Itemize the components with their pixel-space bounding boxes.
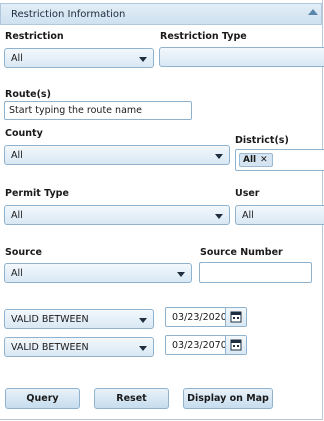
permit-type-dropdown[interactable]: All xyxy=(4,205,230,225)
query-button[interactable]: Query xyxy=(5,388,80,409)
source-number-label: Source Number xyxy=(200,247,283,258)
panel-header[interactable]: Restriction Information xyxy=(0,3,322,25)
districts-multiselect[interactable]: All ✕ xyxy=(235,149,324,171)
chevron-down-icon xyxy=(139,318,147,323)
date-input-2-value: 03/23/2070 xyxy=(172,340,227,351)
collapse-icon[interactable] xyxy=(308,9,318,15)
routes-input[interactable]: Start typing the route name xyxy=(4,101,192,120)
user-dropdown[interactable]: All xyxy=(235,205,324,225)
date-input-2[interactable]: 03/23/2070 xyxy=(165,335,247,355)
county-value: All xyxy=(11,150,23,161)
routes-placeholder: Start typing the route name xyxy=(9,105,142,116)
permit-type-label: Permit Type xyxy=(5,188,69,199)
date-filter-mode-2-value: VALID BETWEEN xyxy=(11,342,89,353)
permit-type-value: All xyxy=(11,210,23,221)
user-label: User xyxy=(235,188,260,199)
date-filter-mode-1[interactable]: VALID BETWEEN xyxy=(4,309,154,329)
calendar-button[interactable] xyxy=(225,336,246,354)
display-on-map-button[interactable]: Display on Map xyxy=(183,388,273,409)
districts-label: District(s) xyxy=(235,135,289,146)
date-input-1-value: 03/23/2020 xyxy=(172,312,227,323)
calendar-icon xyxy=(230,311,242,323)
calendar-button[interactable] xyxy=(225,308,246,326)
district-tag-label: All xyxy=(243,155,257,165)
routes-label: Route(s) xyxy=(5,89,51,100)
restriction-type-label: Restriction Type xyxy=(160,31,247,42)
date-input-1[interactable]: 03/23/2020 xyxy=(165,307,247,327)
source-number-input[interactable] xyxy=(199,262,312,283)
restriction-value: All xyxy=(11,53,23,64)
source-label: Source xyxy=(5,247,42,258)
user-value: All xyxy=(242,210,254,221)
reset-button[interactable]: Reset xyxy=(94,388,169,409)
source-dropdown[interactable]: All xyxy=(4,263,192,283)
panel-title: Restriction Information xyxy=(11,9,126,20)
close-icon[interactable]: ✕ xyxy=(260,155,268,165)
district-tag: All ✕ xyxy=(239,153,273,167)
chevron-down-icon xyxy=(215,214,223,219)
date-filter-mode-1-value: VALID BETWEEN xyxy=(11,314,89,325)
county-label: County xyxy=(5,128,43,139)
restriction-label: Restriction xyxy=(5,31,64,42)
chevron-down-icon xyxy=(139,57,147,62)
chevron-down-icon xyxy=(139,346,147,351)
restriction-dropdown[interactable]: All xyxy=(4,48,154,68)
source-value: All xyxy=(11,268,23,279)
chevron-down-icon xyxy=(177,272,185,277)
restriction-type-dropdown[interactable] xyxy=(159,47,324,67)
chevron-down-icon xyxy=(215,154,223,159)
restriction-information-panel: Restriction Information Restriction All … xyxy=(0,0,324,420)
date-filter-mode-2[interactable]: VALID BETWEEN xyxy=(4,337,154,357)
county-dropdown[interactable]: All xyxy=(4,145,230,165)
calendar-icon xyxy=(230,339,242,351)
